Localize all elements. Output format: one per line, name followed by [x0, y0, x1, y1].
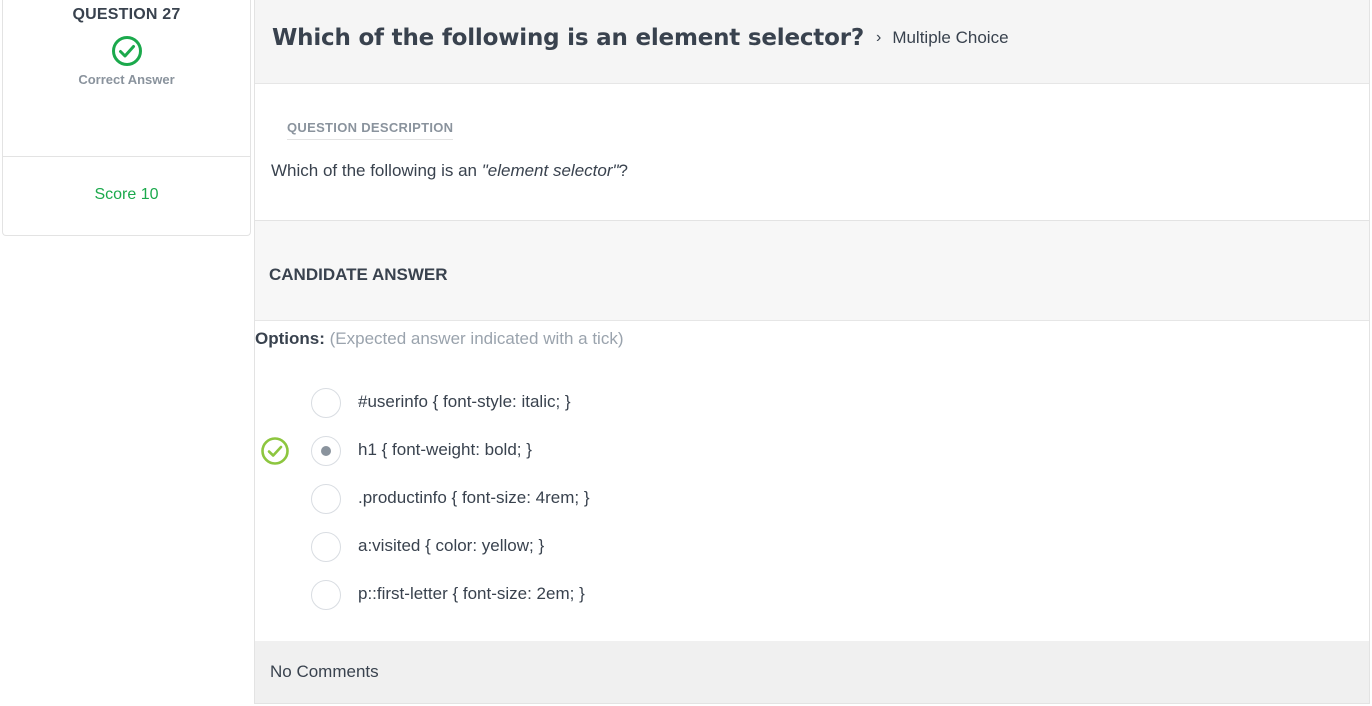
option-radio[interactable]: [311, 532, 341, 562]
option-label: h1 { font-weight: bold; }: [358, 440, 532, 459]
option-radio[interactable]: [311, 580, 341, 610]
option-label: a:visited { color: yellow; }: [358, 536, 545, 555]
question-status: QUESTION 27 Correct Answer: [3, 0, 250, 157]
candidate-answer-header: CANDIDATE ANSWER: [255, 221, 1369, 321]
description-text: Which of the following is an "element se…: [271, 161, 1369, 181]
description-suffix: ?: [618, 161, 628, 180]
options-heading: Options: (Expected answer indicated with…: [255, 329, 1369, 349]
question-number: QUESTION 27: [72, 6, 181, 23]
expected-check-icon: [261, 437, 289, 465]
option-label: .productinfo { font-size: 4rem; }: [358, 488, 590, 507]
option-row: h1 { font-weight: bold; }: [255, 432, 1369, 472]
question-title: Which of the following is an element sel…: [272, 24, 864, 51]
radio-selected-dot: [321, 446, 331, 456]
score-value: Score 10: [94, 186, 159, 203]
option-label: #userinfo { font-style: italic; }: [358, 392, 571, 411]
options-hint: (Expected answer indicated with a tick): [329, 329, 624, 348]
question-type: Multiple Choice: [892, 27, 1009, 47]
score-card: QUESTION 27 Correct Answer Score 10: [2, 0, 251, 236]
status-text: Correct Answer: [78, 72, 175, 87]
description-prefix: Which of the following is an: [271, 161, 482, 180]
option-radio[interactable]: [311, 436, 341, 466]
option-label: p::first-letter { font-size: 2em; }: [358, 584, 585, 603]
option-row: p::first-letter { font-size: 2em; }: [255, 576, 1369, 616]
description-emphasis: "element selector": [481, 161, 619, 180]
question-header: Which of the following is an element sel…: [255, 0, 1369, 84]
options-label: Options:: [255, 329, 325, 348]
comments-section: No Comments: [255, 641, 1369, 703]
chevron-right-icon: ›: [875, 28, 882, 46]
question-description: QUESTION DESCRIPTION Which of the follow…: [255, 84, 1369, 221]
option-radio[interactable]: [311, 388, 341, 418]
question-panel: Which of the following is an element sel…: [254, 0, 1370, 704]
option-row: #userinfo { font-style: italic; }: [255, 384, 1369, 424]
option-radio[interactable]: [311, 484, 341, 514]
option-row: a:visited { color: yellow; }: [255, 528, 1369, 568]
option-row: .productinfo { font-size: 4rem; }: [255, 480, 1369, 520]
check-circle-icon: [111, 36, 142, 66]
description-label: QUESTION DESCRIPTION: [287, 120, 454, 140]
